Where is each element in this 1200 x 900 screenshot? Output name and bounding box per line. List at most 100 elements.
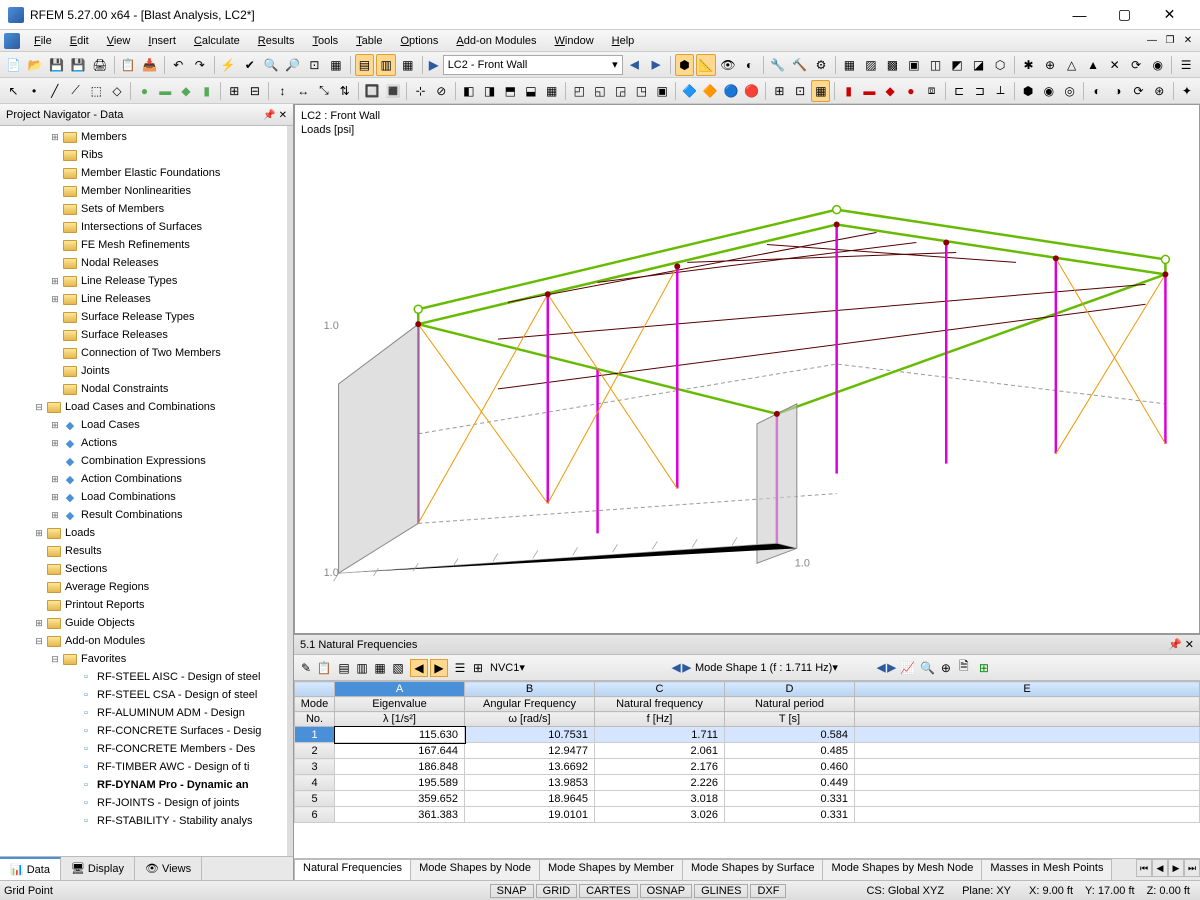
menu-file[interactable]: File <box>26 33 60 49</box>
menu-results[interactable]: Results <box>250 33 303 49</box>
tb2-b9[interactable]: ◆ <box>177 80 196 102</box>
tb2-b30[interactable]: ▣ <box>653 80 672 102</box>
tb1-b5[interactable]: 🔧 <box>768 54 788 76</box>
tt-prev1[interactable]: ◀ <box>672 661 680 674</box>
mdi-close-button[interactable]: ✕ <box>1180 33 1196 49</box>
tb2-b3[interactable]: ╱ <box>45 80 64 102</box>
menu-help[interactable]: Help <box>604 33 643 49</box>
tab-nav-button[interactable]: ▶ <box>1168 859 1184 877</box>
tb2-b40[interactable]: ◆ <box>881 80 900 102</box>
table-close-icon[interactable]: ✕ <box>1185 639 1194 651</box>
menu-edit[interactable]: Edit <box>62 33 97 49</box>
tt-next2[interactable]: ▶ <box>887 661 895 674</box>
prev-lc-button[interactable]: ◀ <box>625 54 645 76</box>
close-button[interactable]: ✕ <box>1147 1 1192 29</box>
status-dxf[interactable]: DXF <box>750 884 786 898</box>
tt-b13[interactable]: ⊕ <box>938 660 954 676</box>
tree-item[interactable]: ⊞◆Result Combinations <box>0 506 287 524</box>
tab-nav-button[interactable]: ⏮ <box>1136 859 1152 877</box>
table-tab[interactable]: Mode Shapes by Mesh Node <box>822 859 982 880</box>
tab-nav-button[interactable]: ⏭ <box>1184 859 1200 877</box>
navigator-close-icon[interactable]: ✕ <box>279 110 287 121</box>
tt-excel[interactable]: ⊞ <box>976 660 992 676</box>
tree-item[interactable]: ▫RF-STEEL CSA - Design of steel <box>0 686 287 704</box>
menu-view[interactable]: View <box>99 33 139 49</box>
calculate-button[interactable]: ⚡ <box>218 54 238 76</box>
zoom-in-button[interactable]: 🔎 <box>283 54 303 76</box>
tree-item[interactable]: Nodal Releases <box>0 254 287 272</box>
tb2-b5[interactable]: ⬚ <box>87 80 106 102</box>
tb2-b33[interactable]: 🔵 <box>722 80 741 102</box>
nav-tab-display[interactable]: 🖥 Display <box>61 857 135 880</box>
menu-table[interactable]: Table <box>348 33 390 49</box>
tb2-b50[interactable]: ◑ <box>1108 80 1127 102</box>
tt-next1[interactable]: ▶ <box>682 661 690 674</box>
tree-item[interactable]: ▫RF-STEEL AISC - Design of steel <box>0 668 287 686</box>
tb1-b2[interactable]: 📐 <box>696 54 716 76</box>
print-button[interactable]: 🖨 <box>90 54 110 76</box>
redo-button[interactable]: ↷ <box>190 54 210 76</box>
tb1-b23[interactable]: ☰ <box>1176 54 1196 76</box>
tree-item[interactable]: ⊟Load Cases and Combinations <box>0 398 287 416</box>
tt-b7[interactable]: ◀ <box>410 659 428 677</box>
tt-b10[interactable]: ⊞ <box>470 660 486 676</box>
view-type-1-button[interactable]: ▤ <box>355 54 375 76</box>
tree-item[interactable]: ⊞◆Action Combinations <box>0 470 287 488</box>
save-button[interactable]: 💾 <box>47 54 67 76</box>
mdi-restore-button[interactable]: ❐ <box>1162 33 1178 49</box>
tb2-b20[interactable]: ⊘ <box>432 80 451 102</box>
tree-item[interactable]: Sections <box>0 560 287 578</box>
tb2-b37[interactable]: ▦ <box>811 80 830 102</box>
tree-item[interactable]: Nodal Constraints <box>0 380 287 398</box>
tb2-b29[interactable]: ◳ <box>632 80 651 102</box>
tt-b5[interactable]: ▦ <box>372 660 388 676</box>
tb2-b42[interactable]: ⧈ <box>922 80 941 102</box>
tb2-b27[interactable]: ◱ <box>591 80 610 102</box>
model-viewport[interactable]: LC2 : Front Wall Loads [psi] <box>294 104 1200 634</box>
loadcase-combo[interactable]: LC2 - Front Wall▾ <box>443 55 623 75</box>
menu-add-on-modules[interactable]: Add-on Modules <box>448 33 544 49</box>
tb1-b17[interactable]: ⊕ <box>1040 54 1060 76</box>
tt-b14[interactable]: 🗎 <box>956 660 972 676</box>
view-type-3-button[interactable]: ▦ <box>398 54 418 76</box>
tb2-b16[interactable]: ⇅ <box>335 80 354 102</box>
tt-b12[interactable]: 🔍 <box>920 660 936 676</box>
tb2-b51[interactable]: ⟳ <box>1129 80 1148 102</box>
tb2-b53[interactable]: ✦ <box>1177 80 1196 102</box>
tb2-b32[interactable]: 🔶 <box>701 80 720 102</box>
tb2-b8[interactable]: ▬ <box>156 80 175 102</box>
tb2-b34[interactable]: 🔴 <box>742 80 761 102</box>
tree-item[interactable]: Surface Releases <box>0 326 287 344</box>
table-tab[interactable]: Mode Shapes by Member <box>539 859 683 880</box>
status-glines[interactable]: GLINES <box>694 884 748 898</box>
tab-nav-button[interactable]: ◀ <box>1152 859 1168 877</box>
status-cartes[interactable]: CARTES <box>579 884 637 898</box>
zoom-button[interactable]: 🔍 <box>262 54 282 76</box>
tb1-b18[interactable]: △ <box>1062 54 1082 76</box>
nav-tab-views[interactable]: 👁 Views <box>135 857 202 880</box>
tb1-b1[interactable]: ⬢ <box>675 54 695 76</box>
tree-item[interactable]: ▫RF-ALUMINUM ADM - Design <box>0 704 287 722</box>
tb2-b2[interactable]: • <box>25 80 44 102</box>
tree-item[interactable]: ▫RF-CONCRETE Surfaces - Desig <box>0 722 287 740</box>
tb2-b6[interactable]: ◇ <box>108 80 127 102</box>
tb1-b4[interactable]: ◐ <box>740 54 760 76</box>
nav-tab-data[interactable]: 📊 Data <box>0 857 61 880</box>
tb2-b26[interactable]: ◰ <box>570 80 589 102</box>
menu-window[interactable]: Window <box>547 33 602 49</box>
tb1-b9[interactable]: ▨ <box>861 54 881 76</box>
tt-b9[interactable]: ☰ <box>452 660 468 676</box>
tree-item[interactable]: ▫RF-DYNAM Pro - Dynamic an <box>0 776 287 794</box>
tb2-b10[interactable]: ▮ <box>197 80 216 102</box>
tb1-b19[interactable]: ▲ <box>1083 54 1103 76</box>
tb2-b44[interactable]: ⊐ <box>970 80 989 102</box>
tb2-b15[interactable]: ⤡ <box>315 80 334 102</box>
tb2-b48[interactable]: ◎ <box>1060 80 1079 102</box>
tb2-b38[interactable]: ▮ <box>839 80 858 102</box>
navigator-scrollbar[interactable] <box>287 126 293 856</box>
open-button[interactable]: 📂 <box>26 54 46 76</box>
tree-item[interactable]: ⊞Loads <box>0 524 287 542</box>
tree-item[interactable]: Member Elastic Foundations <box>0 164 287 182</box>
tb2-b24[interactable]: ⬓ <box>522 80 541 102</box>
table-tab[interactable]: Masses in Mesh Points <box>981 859 1112 880</box>
